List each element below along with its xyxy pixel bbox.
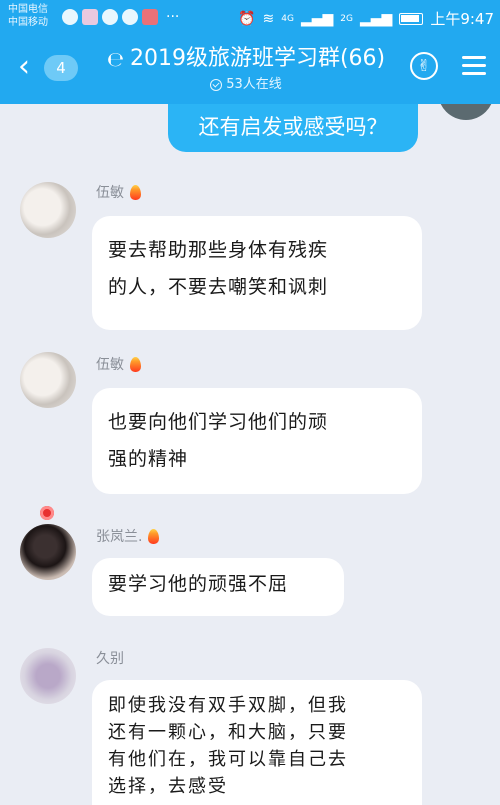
fire-icon [130,356,141,372]
online-status: 53人在线 [96,76,396,94]
sender-name: 久别 [96,648,124,668]
message-text: 要去帮助那些身体有残疾 的人，不要去嘲笑和讽刺 [108,239,329,298]
carrier-labels: 中国电信 中国移动 [8,3,48,29]
chat-title-area[interactable]: ℮ 2019级旅游班学习群(66) 53人在线 [96,44,396,94]
carrier-1: 中国电信 [8,4,48,15]
wifi-icon: ≋ [262,10,275,27]
message-bubble[interactable]: 即使我没有双手双脚，但我 还有一颗心，和大脑，只要 有他们在，我可以靠自己去 选… [92,680,422,805]
avatar[interactable] [20,352,76,408]
sender-label: 久别 [96,651,124,667]
sender-label: 伍敏 [96,185,124,201]
status-bar: 中国电信 中国移动 ··· ⏰ ≋ 4G ▂▄▆ 2G ▂▄▆ 上午9:47 [0,0,500,34]
signal-4g-label: 4G [281,13,294,24]
signal-2g-label: 2G [340,13,353,24]
system-icons: ⏰ ≋ 4G ▂▄▆ 2G ▂▄▆ 上午9:47 [238,8,494,29]
app-notification-icon [82,9,98,25]
fire-icon [130,184,141,200]
fire-icon [148,528,160,544]
news-icon [142,9,158,25]
message-bubble[interactable]: 要学习他的顽强不屈 [92,558,344,616]
search-icon [62,9,78,25]
online-count: 53人在线 [226,77,282,92]
signal-icon: ▂▄▆ [300,10,334,27]
unread-badge[interactable]: 4 [44,55,78,81]
hand-gesture-icon[interactable]: ✌ [410,52,438,80]
sender-name: 张岚兰. [96,526,160,546]
group-name: 2019级旅游班学习群(66) [129,46,386,71]
message-text: 即使我没有双手双脚，但我 还有一颗心，和大脑，只要 有他们在，我可以靠自己去 选… [108,695,348,797]
sender-name: 伍敏 [96,182,141,202]
chat-title: ℮ 2019级旅游班学习群(66) [96,44,396,74]
flower-icon [40,506,54,520]
online-icon [210,79,223,91]
carrier-2: 中国移动 [8,17,48,28]
signal-icon-2: ▂▄▆ [360,10,393,27]
menu-icon[interactable] [462,56,486,76]
chat-header: ‹ 4 ℮ 2019级旅游班学习群(66) 53人在线 ✌ [0,34,500,104]
clock: 上午9:47 [430,10,494,28]
message-bubble[interactable]: 要去帮助那些身体有残疾 的人，不要去嘲笑和讽刺 [92,216,422,330]
more-notifications: ··· [166,9,180,25]
notification-icons: ··· [62,9,179,25]
avatar[interactable] [20,182,76,238]
message-text: 要学习他的顽强不屈 [108,573,289,595]
message-icon [122,9,138,25]
sender-label: 伍敏 [96,357,124,373]
browser-icon [102,9,118,25]
ear-icon: ℮ [106,47,124,71]
battery-icon [399,12,424,25]
my-avatar[interactable] [438,104,494,120]
alarm-icon: ⏰ [238,10,256,27]
avatar[interactable] [20,648,76,704]
avatar[interactable] [20,524,76,580]
back-button[interactable]: ‹ [18,52,30,82]
message-text: 也要向他们学习他们的顽 强的精神 [108,411,329,470]
sender-label: 张岚兰. [96,529,143,545]
sender-name: 伍敏 [96,354,141,374]
chat-messages[interactable]: 还有启发或感受吗？ 伍敏 要去帮助那些身体有残疾 的人，不要去嘲笑和讽刺 伍敏 … [0,104,500,805]
my-message-bubble[interactable]: 还有启发或感受吗？ [168,104,418,152]
message-bubble[interactable]: 也要向他们学习他们的顽 强的精神 [92,388,422,494]
